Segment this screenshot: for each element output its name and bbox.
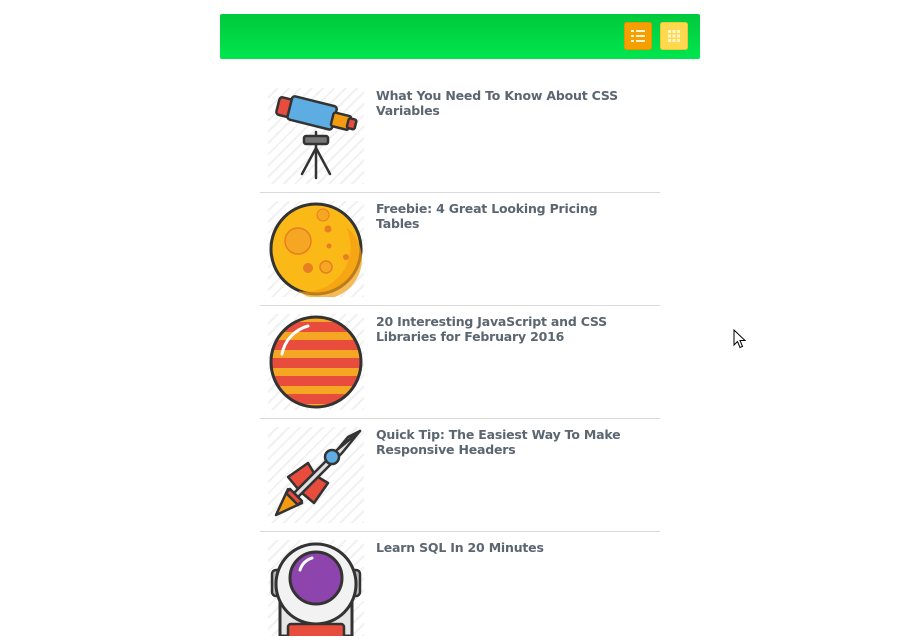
list-item[interactable]: What You Need To Know About CSS Variable… [260,80,660,193]
article-title-link[interactable]: Learn SQL In 20 Minutes [376,540,638,555]
grid-view-button[interactable] [660,22,688,50]
article-title-link[interactable]: Quick Tip: The Easiest Way To Make Respo… [376,427,638,457]
list-item[interactable]: 20 Interesting JavaScript and CSS Librar… [260,306,660,419]
list-icon [631,30,645,42]
mouse-cursor-icon [733,329,747,349]
article-thumbnail[interactable] [268,201,364,297]
article-title-link[interactable]: What You Need To Know About CSS Variable… [376,88,638,118]
top-toolbar [220,14,700,59]
article-list: What You Need To Know About CSS Variable… [260,80,660,644]
telescope-icon [275,95,358,180]
astronaut-icon [270,542,362,636]
article-title-link[interactable]: 20 Interesting JavaScript and CSS Librar… [376,314,638,344]
list-item[interactable]: Freebie: 4 Great Looking Pricing Tables [260,193,660,306]
article-title-link[interactable]: Freebie: 4 Great Looking Pricing Tables [376,201,638,231]
article-thumbnail[interactable] [268,540,364,636]
article-thumbnail[interactable] [268,314,364,410]
moon-icon [269,202,363,297]
rocket-icon [274,429,362,517]
list-view-button[interactable] [624,22,652,50]
article-thumbnail[interactable] [268,88,364,184]
grid-icon [668,30,680,42]
planet-icon [269,315,363,409]
list-item[interactable]: Quick Tip: The Easiest Way To Make Respo… [260,419,660,532]
list-item[interactable]: Learn SQL In 20 Minutes [260,532,660,644]
article-thumbnail[interactable] [268,427,364,523]
